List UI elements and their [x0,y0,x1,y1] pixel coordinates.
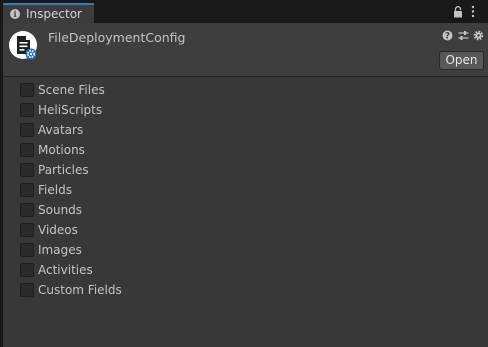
toggle-row-images[interactable]: Images [3,241,488,261]
tab-bar: i Inspector [0,0,488,23]
checkbox[interactable] [20,263,34,277]
vertical-dots-icon[interactable] [470,5,476,18]
toggle-label: Sounds [38,203,83,217]
tab-inspector[interactable]: i Inspector [3,3,94,23]
toggle-row-motions[interactable]: Motions [3,141,488,161]
checkbox[interactable] [20,83,34,97]
info-icon: i [10,9,20,19]
toggle-row-custom-fields[interactable]: Custom Fields [3,281,488,301]
preset-sliders-icon[interactable] [458,30,469,41]
checkbox[interactable] [20,143,34,157]
toggle-label: Custom Fields [38,283,122,297]
checkbox[interactable] [20,183,34,197]
checkbox[interactable] [20,203,34,217]
tab-label: Inspector [26,7,82,21]
toggle-label: Motions [38,143,85,157]
toggle-label: Avatars [38,123,84,137]
checkbox[interactable] [20,283,34,297]
asset-title: FileDeploymentConfig [48,30,186,45]
toggle-label: Activities [38,263,93,277]
inspector-window: i Inspector FileDeploymentConfig ? Open … [0,0,488,347]
toggle-label: Videos [38,223,78,237]
inspector-content: FileDeploymentConfig ? Open Scene Files … [3,23,488,347]
lock-icon[interactable] [453,6,463,18]
inspector-header: FileDeploymentConfig ? Open [3,23,488,77]
toggle-row-videos[interactable]: Videos [3,221,488,241]
toggle-row-sounds[interactable]: Sounds [3,201,488,221]
svg-text:?: ? [445,32,450,41]
toggle-row-scene-files[interactable]: Scene Files [3,81,488,101]
toggle-label: Fields [38,183,72,197]
open-button[interactable]: Open [439,51,484,70]
toggle-row-particles[interactable]: Particles [3,161,488,181]
checkbox[interactable] [20,103,34,117]
checkbox[interactable] [20,223,34,237]
toggle-label: HeliScripts [38,103,103,117]
toggle-label: Scene Files [38,83,105,97]
scriptable-object-icon [9,31,37,60]
toggle-row-heliscripts[interactable]: HeliScripts [3,101,488,121]
checkbox[interactable] [20,243,34,257]
help-icon[interactable]: ? [442,30,453,41]
toggle-label: Images [38,243,82,257]
toggle-row-fields[interactable]: Fields [3,181,488,201]
gear-icon[interactable] [473,30,484,41]
toggle-label: Particles [38,163,89,177]
checkbox[interactable] [20,163,34,177]
toggle-row-activities[interactable]: Activities [3,261,488,281]
checkbox[interactable] [20,123,34,137]
toggle-row-avatars[interactable]: Avatars [3,121,488,141]
